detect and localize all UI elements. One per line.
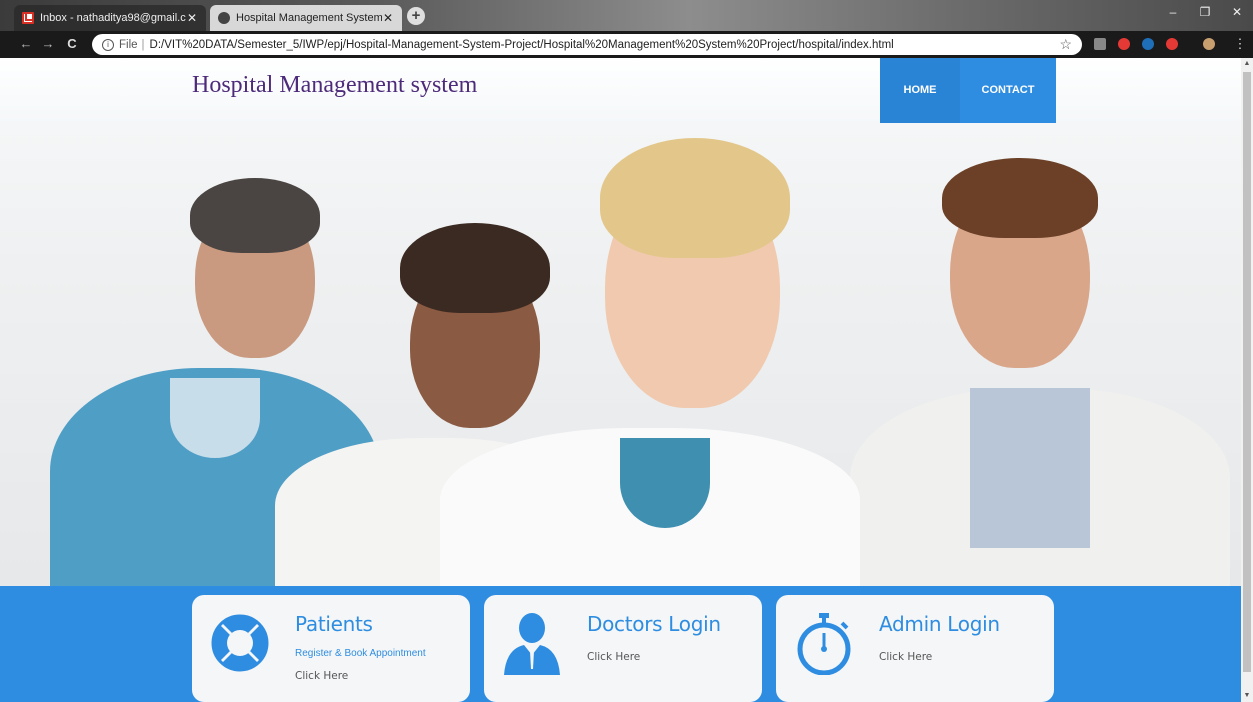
url-text[interactable]: D:/VIT%20DATA/Semester_5/IWP/epj/Hospita… <box>150 39 1056 51</box>
extension-icon[interactable] <box>1142 38 1154 50</box>
globe-icon <box>218 12 230 24</box>
gmail-icon <box>22 12 34 24</box>
extension-icon[interactable] <box>1118 38 1130 50</box>
admin-login-card[interactable]: Admin Login Click Here <box>776 595 1054 702</box>
scroll-up-icon[interactable]: ▲ <box>1241 58 1253 70</box>
reload-icon[interactable]: C <box>64 36 80 51</box>
browser-toolbar: ← → C i File | D:/VIT%20DATA/Semester_5/… <box>0 31 1253 58</box>
patients-card[interactable]: Patients Register & Book Appointment Cli… <box>192 595 470 702</box>
bookmark-star-icon[interactable]: ☆ <box>1059 36 1072 53</box>
forward-icon[interactable]: → <box>40 36 56 51</box>
minimize-button[interactable]: – <box>1157 0 1189 24</box>
doctor-illustration <box>440 138 860 588</box>
card-title: Doctors Login <box>587 612 721 636</box>
menu-icon[interactable]: ⋮ <box>1232 36 1248 52</box>
click-here-link[interactable]: Click Here <box>295 670 348 682</box>
window-controls: – ❐ ✕ <box>1157 0 1253 24</box>
doctors-login-card[interactable]: Doctors Login Click Here <box>484 595 762 702</box>
stopwatch-icon <box>797 613 851 675</box>
url-separator: | <box>141 38 145 51</box>
tab-title: Hospital Management System <box>236 12 382 24</box>
doctor-icon <box>504 613 560 675</box>
card-title: Admin Login <box>879 612 1000 636</box>
scrollbar-thumb[interactable] <box>1243 72 1251 672</box>
card-title: Patients <box>295 612 373 636</box>
url-scheme: File <box>119 38 138 51</box>
tab-title: Inbox - nathaditya98@gmail.com <box>40 12 186 24</box>
browser-tab-strip: Inbox - nathaditya98@gmail.com ✕ Hospita… <box>0 0 1253 31</box>
address-bar[interactable]: i File | D:/VIT%20DATA/Semester_5/IWP/ep… <box>92 34 1082 55</box>
page-viewport: Hospital Management system HOME CONTACT … <box>0 58 1241 702</box>
close-window-button[interactable]: ✕ <box>1221 0 1253 24</box>
click-here-link[interactable]: Click Here <box>587 651 640 663</box>
tab-hospital[interactable]: Hospital Management System ✕ <box>210 5 402 31</box>
tab-inbox[interactable]: Inbox - nathaditya98@gmail.com ✕ <box>14 5 206 31</box>
profile-avatar[interactable] <box>1203 38 1215 50</box>
close-tab-icon[interactable]: ✕ <box>186 11 198 25</box>
nav-home[interactable]: HOME <box>880 58 960 123</box>
hero-image <box>0 58 1241 598</box>
new-tab-button[interactable]: + <box>407 7 425 25</box>
extension-icon[interactable] <box>1166 38 1178 50</box>
click-here-link[interactable]: Click Here <box>879 651 932 663</box>
site-title: Hospital Management system <box>192 72 478 98</box>
info-icon[interactable]: i <box>102 38 114 51</box>
doctor-illustration <box>850 158 1230 588</box>
scroll-down-icon[interactable]: ▼ <box>1241 690 1253 702</box>
extension-icon[interactable] <box>1094 38 1106 50</box>
lifebuoy-icon <box>211 614 269 672</box>
main-nav: HOME CONTACT <box>880 58 1056 123</box>
card-subtitle: Register & Book Appointment <box>295 648 426 659</box>
back-icon[interactable]: ← <box>18 36 34 51</box>
nav-contact[interactable]: CONTACT <box>960 58 1056 123</box>
restore-button[interactable]: ❐ <box>1189 0 1221 24</box>
vertical-scrollbar[interactable]: ▲ ▼ <box>1241 58 1253 702</box>
close-tab-icon[interactable]: ✕ <box>382 11 394 25</box>
